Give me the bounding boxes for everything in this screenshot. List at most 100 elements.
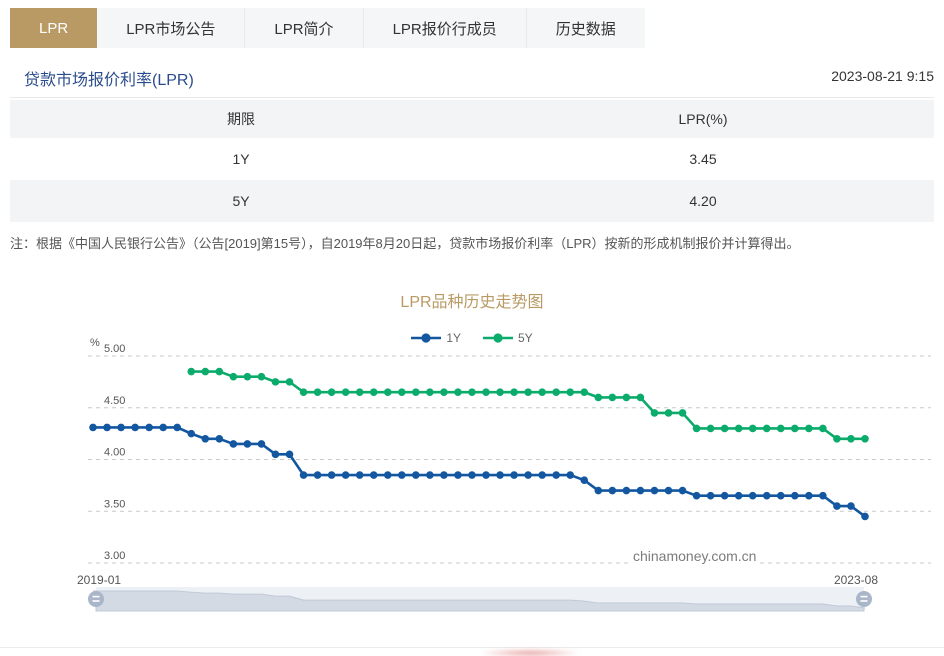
data-point: [468, 388, 476, 396]
data-point: [833, 435, 841, 443]
data-point: [861, 435, 869, 443]
data-point: [440, 471, 448, 479]
data-point: [819, 492, 827, 500]
data-point: [216, 368, 224, 376]
data-point: [412, 388, 420, 396]
data-point: [454, 388, 462, 396]
lpr-page: LPRLPR市场公告LPR简介LPR报价行成员历史数据 贷款市场报价利率(LPR…: [0, 0, 944, 656]
data-point: [314, 388, 322, 396]
footer-divider: [0, 647, 944, 648]
data-point: [552, 388, 560, 396]
slider-handle-right[interactable]: [856, 591, 872, 607]
footer-logo-blur: [478, 649, 582, 656]
data-point: [398, 471, 406, 479]
data-point: [777, 425, 785, 433]
data-point: [384, 388, 392, 396]
slider-handle-left[interactable]: [88, 591, 104, 607]
data-point: [187, 368, 195, 376]
data-point: [201, 368, 209, 376]
data-point: [833, 502, 841, 510]
data-point: [258, 440, 266, 448]
data-point: [707, 492, 715, 500]
data-point: [482, 388, 490, 396]
data-point: [524, 388, 532, 396]
y-tick-label: 3.50: [104, 498, 125, 510]
data-point: [117, 424, 125, 432]
data-point: [272, 378, 280, 386]
data-point: [777, 492, 785, 500]
data-point: [342, 388, 350, 396]
data-point: [300, 471, 308, 479]
data-point: [300, 388, 308, 396]
y-tick-label: 4.00: [104, 447, 125, 459]
data-point: [496, 471, 504, 479]
data-point: [286, 451, 294, 459]
x-axis-label-end: 2023-08: [834, 573, 878, 587]
data-point: [454, 471, 462, 479]
data-point: [763, 425, 771, 433]
data-point: [721, 425, 729, 433]
data-point: [805, 425, 813, 433]
y-tick-label: 5.00: [104, 343, 125, 355]
data-point: [693, 425, 701, 433]
data-point: [609, 394, 617, 402]
data-point: [749, 425, 757, 433]
data-point: [426, 388, 434, 396]
data-point: [623, 394, 631, 402]
data-point: [398, 388, 406, 396]
data-point: [847, 502, 855, 510]
data-point: [89, 424, 97, 432]
data-point: [328, 388, 336, 396]
data-point: [468, 471, 476, 479]
data-point: [272, 451, 280, 459]
data-point: [749, 492, 757, 500]
data-point: [651, 487, 659, 495]
data-point: [314, 471, 322, 479]
data-point: [580, 476, 588, 484]
data-point: [216, 435, 224, 443]
data-point: [342, 471, 350, 479]
data-point: [244, 440, 252, 448]
data-point: [440, 388, 448, 396]
series-line-1y: [93, 427, 865, 516]
data-point: [791, 425, 799, 433]
data-point: [847, 435, 855, 443]
data-point: [595, 394, 603, 402]
data-point: [412, 471, 420, 479]
data-point: [496, 388, 504, 396]
data-point: [538, 388, 546, 396]
data-point: [665, 409, 673, 417]
data-point: [679, 409, 687, 417]
data-point: [651, 409, 659, 417]
data-point: [103, 424, 111, 432]
data-point: [258, 373, 266, 381]
data-point: [173, 424, 181, 432]
y-axis-unit: %: [90, 337, 100, 349]
data-point: [819, 425, 827, 433]
x-axis-label-start: 2019-01: [77, 573, 121, 587]
data-point: [637, 394, 645, 402]
data-point: [693, 492, 701, 500]
data-point: [566, 388, 574, 396]
data-point: [230, 373, 238, 381]
data-point: [426, 471, 434, 479]
data-point: [510, 388, 518, 396]
data-point: [482, 471, 490, 479]
data-point: [721, 492, 729, 500]
data-point: [805, 492, 813, 500]
data-point: [552, 471, 560, 479]
data-point: [384, 471, 392, 479]
data-point: [370, 471, 378, 479]
data-point: [510, 471, 518, 479]
data-point: [791, 492, 799, 500]
data-point: [356, 388, 364, 396]
y-tick-label: 4.50: [104, 395, 125, 407]
watermark-text: chinamoney.com.cn: [630, 548, 759, 564]
data-point: [735, 425, 743, 433]
data-point: [356, 471, 364, 479]
data-point: [131, 424, 139, 432]
data-point: [145, 424, 153, 432]
data-point: [370, 388, 378, 396]
data-point: [580, 388, 588, 396]
data-point: [328, 471, 336, 479]
